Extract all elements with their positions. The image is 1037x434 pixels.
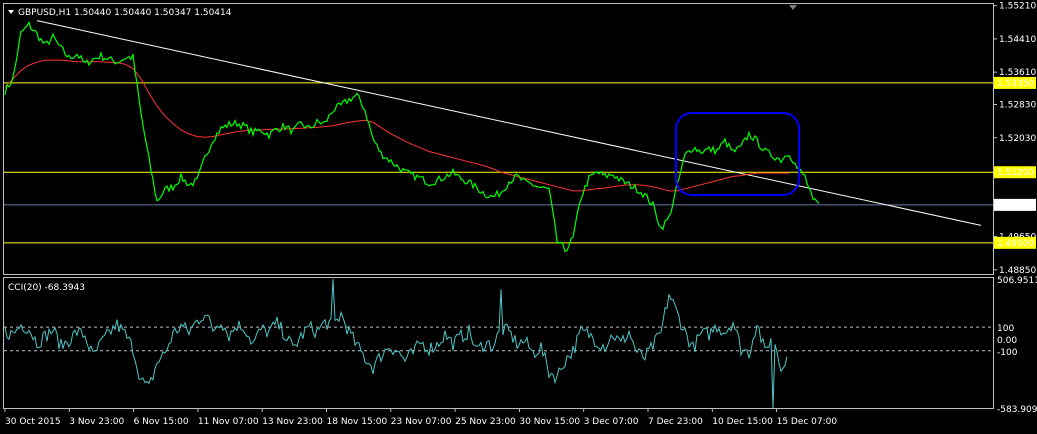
x-tick-label: 6 Nov 15:00	[134, 417, 189, 427]
x-tick-label: 11 Nov 07:00	[198, 417, 259, 427]
trendline	[36, 20, 982, 226]
y-tick-label: 1.52030	[999, 134, 1036, 144]
chart-shift-marker-icon[interactable]	[789, 5, 797, 10]
y-tick-label: 1.54410	[999, 35, 1036, 45]
price-axis: 1.55210 1.54410 1.53610 1.52830 1.52030 1.512…	[993, 2, 1036, 276]
cci-tick-label: -100	[997, 348, 1018, 358]
cci-line	[4, 278, 788, 409]
level-price-label: 1.53350	[997, 79, 1034, 89]
x-tick-label: 25 Nov 23:00	[455, 417, 516, 427]
cci-title: CCI(20) -68.3943	[8, 283, 85, 293]
indicator-frame	[3, 277, 994, 409]
y-tick-label: 1.52830	[999, 101, 1036, 111]
cci-tick-label: 100	[997, 324, 1014, 334]
x-tick-label: 23 Nov 07:00	[391, 417, 452, 427]
price-line	[4, 20, 820, 253]
y-tick-label: 1.55210	[999, 2, 1036, 12]
current-price-label: 1.50414	[997, 201, 1034, 211]
annotation-rounded-box	[675, 112, 800, 196]
chevron-down-icon[interactable]	[8, 10, 14, 14]
x-tick-label: 7 Dec 23:00	[648, 417, 703, 427]
moving-average-layer	[4, 59, 789, 192]
price-chart[interactable]: 1.55210 1.54410 1.53610 1.52830 1.52030 1.512…	[0, 0, 1037, 434]
y-tick-label: 1.48850	[999, 266, 1036, 276]
main-chart-frame	[3, 3, 994, 275]
cci-axis: 506.9511 100 0.00 -100 -583.9094	[997, 276, 1037, 415]
x-tick-label: 30 Oct 2015	[5, 417, 61, 427]
level-price-label: 1.49500	[997, 239, 1034, 249]
cci-layer	[4, 278, 993, 409]
moving-average-line	[4, 59, 789, 192]
x-tick-label: 3 Dec 07:00	[584, 417, 639, 427]
x-tick-label: 30 Nov 15:00	[519, 417, 580, 427]
x-tick-label: 15 Dec 07:00	[777, 417, 838, 427]
x-tick-label: 18 Nov 15:00	[327, 417, 388, 427]
cci-tick-label: 506.9511	[997, 276, 1037, 286]
trendline-layer[interactable]	[36, 20, 982, 226]
time-axis: 30 Oct 2015 3 Nov 23:00 6 Nov 15:00 11 Nov …	[4, 408, 838, 427]
cci-tick-label: -583.9094	[997, 405, 1037, 415]
symbol-header: GBPUSD,H1 1.50440 1.50440 1.50347 1.5041…	[18, 8, 232, 18]
x-tick-label: 10 Dec 15:00	[712, 417, 773, 427]
y-tick-label: 1.53610	[999, 68, 1036, 78]
x-tick-label: 3 Nov 23:00	[69, 417, 124, 427]
horizontal-levels	[4, 82, 993, 244]
level-price-label: 1.51200	[997, 168, 1034, 178]
x-tick-label: 13 Nov 23:00	[262, 417, 323, 427]
price-series-layer	[4, 20, 820, 253]
cci-tick-label: 0.00	[997, 336, 1017, 346]
annotation-box-layer[interactable]	[675, 112, 800, 196]
